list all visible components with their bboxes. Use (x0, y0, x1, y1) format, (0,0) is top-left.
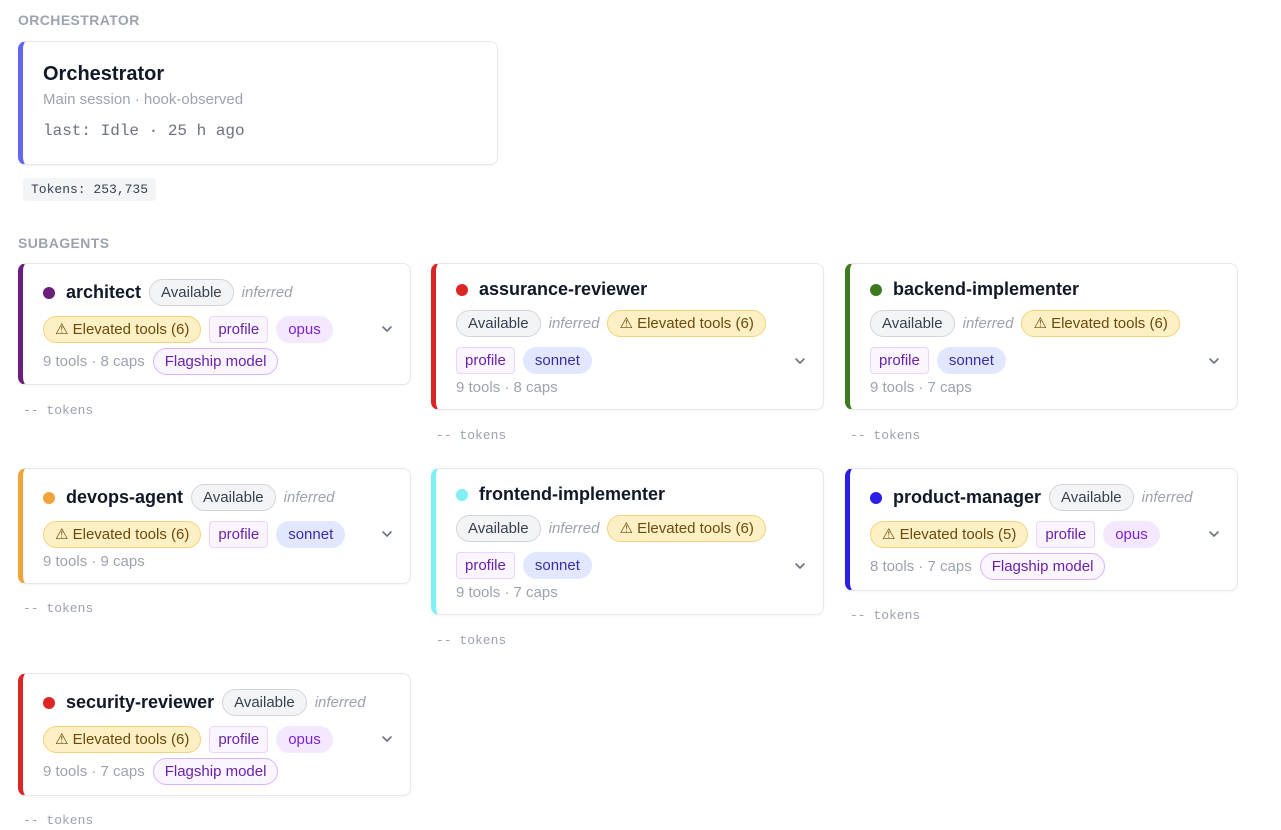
agent-name: frontend-implementer (479, 484, 666, 504)
agent-tokens: -- tokens (23, 601, 94, 616)
agent-card-security-reviewer[interactable]: security-reviewer Available inferred ⚠ E… (18, 673, 411, 796)
tools-caps-meta: 9 tools · 8 caps (43, 353, 145, 370)
agent-tokens: -- tokens (850, 608, 921, 623)
flagship-badge: Flagship model (979, 553, 1106, 580)
inferred-label: inferred (241, 284, 293, 301)
chevron-down-icon[interactable] (380, 527, 394, 541)
model-badge: opus (276, 726, 333, 753)
status-dot-icon (870, 283, 882, 296)
tools-caps-meta: 9 tools · 8 caps (456, 379, 558, 396)
inferred-label: inferred (314, 694, 366, 711)
model-badge: sonnet (936, 347, 1006, 374)
status-dot-icon (456, 488, 468, 501)
agent-tokens: -- tokens (850, 428, 921, 443)
agent-name: architect (66, 282, 142, 302)
available-badge: Available (1049, 484, 1134, 511)
agent-name: devops-agent (66, 487, 184, 507)
chevron-down-icon[interactable] (1207, 354, 1221, 368)
available-badge: Available (149, 279, 234, 306)
available-badge: Available (191, 484, 276, 511)
tools-caps-meta: 9 tools · 9 caps (43, 553, 145, 570)
elevated-tools-badge: ⚠ Elevated tools (6) (43, 316, 202, 343)
agent-name: security-reviewer (66, 692, 215, 712)
profile-badge: profile (456, 552, 515, 579)
status-dot-icon (43, 696, 55, 709)
elevated-tools-badge: ⚠ Elevated tools (6) (607, 310, 766, 337)
profile-badge: profile (209, 726, 269, 753)
agent-card-devops-agent[interactable]: devops-agent Available inferred ⚠ Elevat… (18, 468, 411, 584)
agent-card-frontend-implementer[interactable]: frontend-implementer Available inferred … (431, 468, 824, 615)
status-dot-icon (43, 491, 55, 504)
chevron-down-icon[interactable] (793, 559, 807, 573)
orchestrator-last-status: last: Idle · 25 h ago (43, 122, 245, 140)
inferred-label: inferred (548, 315, 600, 332)
inferred-label: inferred (548, 520, 600, 537)
chevron-down-icon[interactable] (793, 354, 807, 368)
model-badge: opus (1103, 521, 1160, 548)
agent-card-product-manager[interactable]: product-manager Available inferred ⚠ Ele… (845, 468, 1238, 591)
tools-caps-meta: 9 tools · 7 caps (870, 379, 972, 396)
profile-badge: profile (870, 347, 929, 374)
profile-badge: profile (456, 347, 515, 374)
profile-badge: profile (1036, 521, 1096, 548)
flagship-badge: Flagship model (152, 348, 279, 375)
elevated-tools-badge: ⚠ Elevated tools (6) (1021, 310, 1180, 337)
model-badge: sonnet (522, 347, 592, 374)
tools-caps-meta: 9 tools · 7 caps (456, 584, 558, 601)
agent-tokens: -- tokens (23, 813, 94, 828)
orchestrator-tokens-badge: Tokens: 253,735 (23, 178, 157, 201)
profile-badge: profile (209, 316, 269, 343)
tools-caps-meta: 9 tools · 7 caps (43, 763, 145, 780)
inferred-label: inferred (1141, 489, 1193, 506)
agent-card-backend-implementer[interactable]: backend-implementer Available inferred ⚠… (845, 263, 1238, 410)
orchestrator-title: Orchestrator (43, 63, 165, 85)
available-badge: Available (222, 689, 307, 716)
chevron-down-icon[interactable] (380, 322, 394, 336)
agent-tokens: -- tokens (436, 428, 507, 443)
elevated-tools-badge: ⚠ Elevated tools (6) (43, 521, 202, 548)
chevron-down-icon[interactable] (1207, 527, 1221, 541)
inferred-label: inferred (962, 315, 1014, 332)
status-dot-icon (43, 286, 55, 299)
tools-caps-meta: 8 tools · 7 caps (870, 558, 972, 575)
available-badge: Available (456, 310, 541, 337)
agent-tokens: -- tokens (436, 633, 507, 648)
orchestrator-subtitle: Main session · hook-observed (43, 91, 244, 108)
status-dot-icon (870, 491, 882, 504)
orchestrator-section-label: ORCHESTRATOR (18, 12, 140, 28)
orchestrator-card[interactable]: Orchestrator Main session · hook-observe… (18, 41, 498, 165)
available-badge: Available (456, 515, 541, 542)
agent-card-architect[interactable]: architect Available inferred ⚠ Elevated … (18, 263, 411, 385)
flagship-badge: Flagship model (152, 758, 279, 785)
agent-tokens: -- tokens (23, 403, 94, 418)
agent-name: backend-implementer (893, 279, 1080, 299)
status-dot-icon (456, 283, 468, 296)
available-badge: Available (870, 310, 955, 337)
elevated-tools-badge: ⚠ Elevated tools (6) (607, 515, 766, 542)
profile-badge: profile (209, 521, 269, 548)
subagents-section-label: SUBAGENTS (18, 235, 110, 251)
elevated-tools-badge: ⚠ Elevated tools (5) (870, 521, 1029, 548)
model-badge: opus (276, 316, 333, 343)
chevron-down-icon[interactable] (380, 732, 394, 746)
model-badge: sonnet (276, 521, 346, 548)
agent-name: assurance-reviewer (479, 279, 648, 299)
elevated-tools-badge: ⚠ Elevated tools (6) (43, 726, 202, 753)
model-badge: sonnet (522, 552, 592, 579)
agent-card-assurance-reviewer[interactable]: assurance-reviewer Available inferred ⚠ … (431, 263, 824, 410)
inferred-label: inferred (283, 489, 335, 506)
agent-name: product-manager (893, 487, 1042, 507)
